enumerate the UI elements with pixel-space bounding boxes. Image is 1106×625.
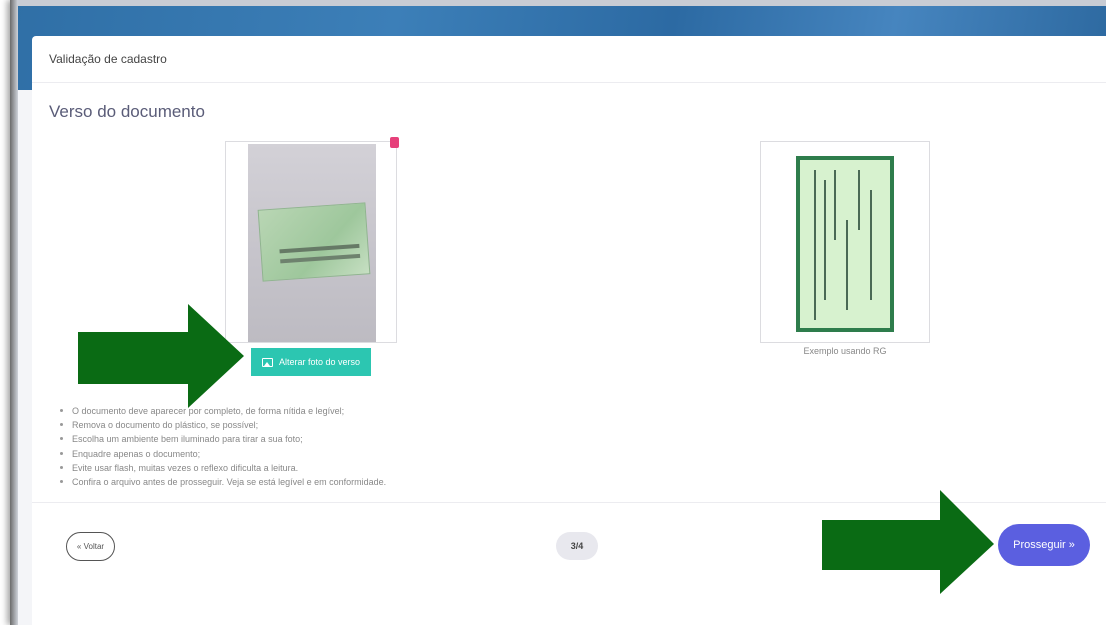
rg-example-card [796,156,894,332]
annotation-arrow-right-icon [822,490,994,594]
tip-item: Enquadre apenas o documento; [60,447,386,461]
tip-item: Escolha um ambiente bem iluminado para t… [60,432,386,446]
uploaded-photo-preview [225,141,397,343]
trash-icon[interactable] [390,137,399,148]
image-icon [261,357,273,367]
change-photo-label: Alterar foto do verso [278,357,361,367]
uploaded-photo [248,144,376,342]
frame-shadow [10,0,18,625]
card-header-title: Validação de cadastro [49,52,167,66]
tips-list: O documento deve aparecer por completo, … [60,404,386,489]
card-header: Validação de cadastro [32,36,1106,83]
next-button[interactable]: Prosseguir » [998,524,1090,566]
tip-item: Confira o arquivo antes de prosseguir. V… [60,475,386,489]
annotation-arrow-right-icon [78,304,244,408]
photo-document [257,202,371,282]
example-caption: Exemplo usando RG [803,346,887,356]
step-indicator: 3/4 [556,532,598,560]
change-photo-button[interactable]: Alterar foto do verso [251,348,371,376]
back-button[interactable]: « Voltar [66,532,115,561]
tip-item: Remova o documento do plástico, se possí… [60,418,386,432]
example-rg-image [760,141,930,343]
section-title: Verso do documento [49,102,205,121]
tip-item: Evite usar flash, muitas vezes o reflexo… [60,461,386,475]
